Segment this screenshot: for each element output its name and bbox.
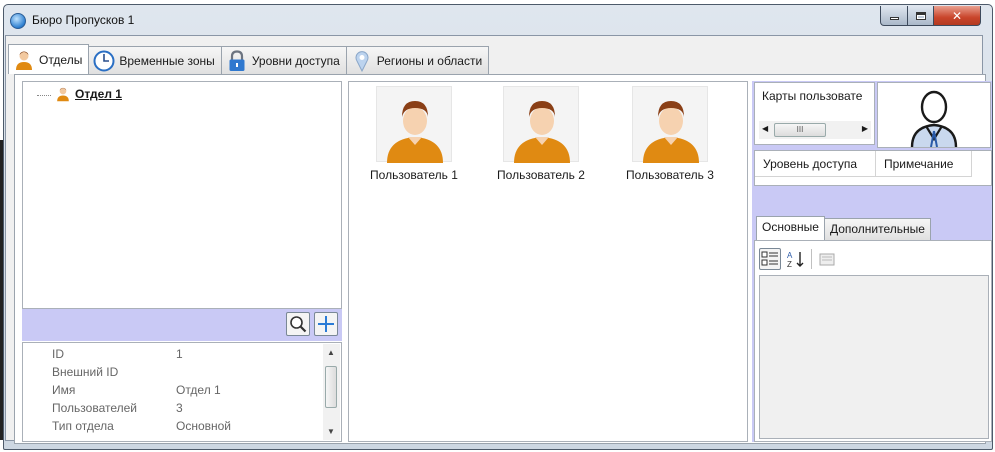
categorized-icon [761, 251, 778, 266]
user-label: Пользователь 2 [497, 168, 585, 182]
scroll-right-icon[interactable]: ▶ [862, 124, 868, 133]
tree-node-department[interactable]: Отдел 1 [37, 86, 122, 102]
user-card[interactable]: Пользователь 1 [359, 86, 469, 182]
scroll-thumb[interactable] [325, 366, 337, 408]
maximize-icon [915, 11, 926, 20]
column-header-access-level[interactable]: Уровень доступа [755, 151, 876, 177]
user-avatar [503, 86, 579, 163]
user-silhouette-icon [910, 90, 958, 148]
scroll-up-icon[interactable]: ▲ [327, 348, 335, 357]
user-label: Пользователь 1 [370, 168, 458, 182]
sort-az-button[interactable]: A Z [785, 248, 807, 270]
user-avatar [376, 86, 452, 163]
property-grid-toolbar: A Z [759, 247, 838, 271]
close-button[interactable]: ✕ [933, 6, 981, 26]
title-bar[interactable]: Бюро Пропусков 1 ✕ [4, 5, 992, 37]
tab-main[interactable]: Основные [756, 216, 825, 240]
properties-scrollbar[interactable]: ▲ ▼ [323, 344, 340, 440]
prop-value-id: 1 [176, 347, 183, 361]
user-photo [877, 82, 991, 148]
tab-access-levels[interactable]: Уровни доступа [220, 46, 347, 74]
tab-departments-label: Отделы [39, 52, 83, 67]
users-panel: Пользователь 1 Пользователь 2 Пользовате… [348, 81, 748, 442]
property-grid-panel: A Z [754, 240, 992, 442]
clock-icon [93, 50, 115, 71]
cards-scrollbar[interactable]: ◀ III ▶ [759, 121, 871, 139]
user-avatar-icon [387, 101, 443, 163]
user-avatar-icon [514, 101, 570, 163]
tree-connector [37, 94, 51, 96]
prop-name-name: Имя [52, 383, 76, 397]
minimize-button[interactable] [880, 6, 908, 26]
prop-value-type: Основной [176, 419, 232, 433]
tab-time-zones[interactable]: Временные зоны [88, 46, 222, 74]
user-avatar-icon [643, 101, 699, 163]
toolbar-separator [811, 249, 812, 269]
maximize-button[interactable] [907, 6, 934, 26]
app-globe-icon [10, 13, 26, 29]
add-button[interactable] [314, 312, 338, 336]
property-grid[interactable] [759, 275, 989, 439]
prop-value-name: Отдел 1 [176, 383, 221, 397]
plus-icon [318, 316, 334, 332]
scroll-left-icon[interactable]: ◀ [762, 124, 768, 133]
lock-icon [229, 49, 245, 71]
tab-regions[interactable]: Регионы и области [345, 46, 490, 74]
access-levels-grid[interactable]: Уровень доступа Примечание [754, 150, 992, 186]
tab-regions-label: Регионы и области [376, 53, 483, 68]
tab-departments[interactable]: Отделы [8, 44, 90, 74]
person-icon [57, 87, 69, 102]
tab-additional[interactable]: Дополнительные [823, 218, 931, 240]
main-tabstrip: Отделы Временные зоны Уровни доступа Рег… [8, 44, 490, 74]
prop-name-id: ID [52, 347, 64, 361]
user-label: Пользователь 3 [626, 168, 714, 182]
cards-scroll-thumb[interactable]: III [774, 123, 826, 137]
minimize-icon [889, 17, 899, 20]
prop-value-users: 3 [176, 401, 183, 415]
tab-access-levels-label: Уровни доступа [251, 53, 340, 68]
search-button[interactable] [286, 312, 310, 336]
property-pages-icon [819, 253, 835, 266]
department-tree[interactable]: Отдел 1 [22, 81, 342, 309]
user-card[interactable]: Пользователь 2 [486, 86, 596, 182]
prop-name-type: Тип отдела [52, 419, 114, 433]
prop-name-users: Пользователей [52, 401, 137, 415]
tree-toolbar [22, 309, 342, 341]
tree-node-label: Отдел 1 [75, 87, 122, 101]
properties-panel: ID 1 Внешний ID Имя Отдел 1 Пользователе… [22, 342, 342, 442]
details-tabstrip: Основные Дополнительные [756, 216, 931, 240]
scroll-down-icon[interactable]: ▼ [327, 427, 335, 436]
cards-label: Карты пользовате [762, 89, 863, 103]
column-header-note[interactable]: Примечание [876, 151, 972, 177]
categorized-button[interactable] [759, 248, 781, 270]
user-card[interactable]: Пользователь 3 [615, 86, 725, 182]
property-pages-button[interactable] [816, 248, 838, 270]
tab-time-zones-label: Временные зоны [119, 53, 215, 68]
window-title: Бюро Пропусков 1 [32, 13, 135, 27]
cards-list[interactable]: Карты пользовате ◀ III ▶ [754, 82, 875, 145]
user-avatar [632, 86, 708, 163]
svg-text:A: A [787, 251, 793, 260]
search-icon [290, 316, 307, 333]
region-icon [355, 50, 369, 72]
person-icon [16, 51, 32, 70]
sort-az-icon: A Z [787, 251, 804, 269]
close-icon: ✕ [951, 8, 963, 23]
prop-name-external-id: Внешний ID [52, 365, 119, 379]
svg-text:Z: Z [787, 260, 792, 269]
